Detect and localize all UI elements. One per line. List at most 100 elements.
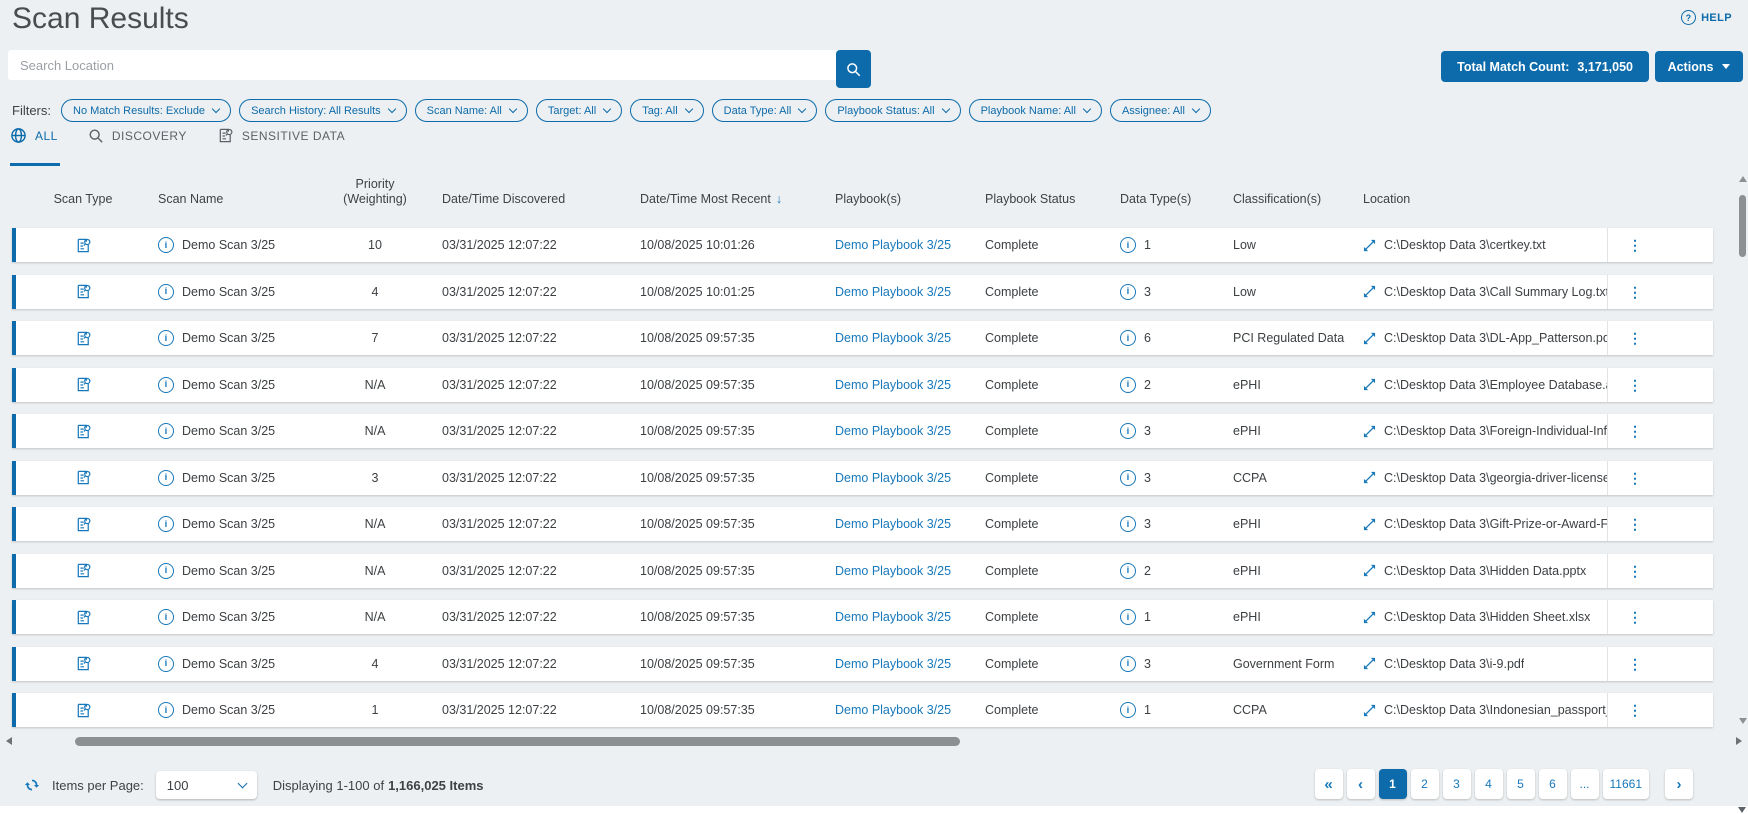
playbook-link[interactable]: Demo Playbook 3/25: [822, 331, 972, 345]
tab-discovery[interactable]: DISCOVERY: [88, 127, 187, 166]
page-next-button[interactable]: ›: [1665, 769, 1693, 799]
playbook-link[interactable]: Demo Playbook 3/25: [822, 238, 972, 252]
table-row[interactable]: i Demo Scan 3/25 N/A 03/31/2025 12:07:22…: [12, 554, 1713, 588]
playbook-link[interactable]: Demo Playbook 3/25: [822, 285, 972, 299]
expand-icon[interactable]: [1363, 425, 1376, 438]
expand-icon[interactable]: [1363, 332, 1376, 345]
info-icon[interactable]: i: [158, 470, 174, 486]
col-header-priority[interactable]: Priority (Weighting): [330, 177, 420, 218]
expand-icon[interactable]: [1363, 704, 1376, 717]
page-ellipsis[interactable]: ...: [1571, 769, 1599, 799]
scroll-right-icon[interactable]: [1736, 737, 1742, 745]
horizontal-scrollbar[interactable]: [4, 736, 1744, 747]
row-menu-button[interactable]: ⋮: [1607, 321, 1713, 355]
info-icon[interactable]: i: [158, 702, 174, 718]
row-menu-button[interactable]: ⋮: [1607, 228, 1713, 262]
info-icon[interactable]: i: [1120, 284, 1136, 300]
row-menu-button[interactable]: ⋮: [1607, 554, 1713, 588]
page-button[interactable]: 6: [1539, 769, 1567, 799]
playbook-link[interactable]: Demo Playbook 3/25: [822, 657, 972, 671]
filter-pill[interactable]: Scan Name: All: [415, 99, 528, 122]
col-header-classification[interactable]: Classification(s): [1222, 192, 1352, 218]
refresh-button[interactable]: [24, 777, 40, 793]
playbook-link[interactable]: Demo Playbook 3/25: [822, 564, 972, 578]
actions-button[interactable]: Actions: [1655, 51, 1743, 82]
vertical-scrollbar-thumb[interactable]: [1739, 195, 1746, 257]
expand-icon[interactable]: [1363, 378, 1376, 391]
col-header-scan-name[interactable]: Scan Name: [150, 192, 330, 218]
info-icon[interactable]: i: [1120, 237, 1136, 253]
playbook-link[interactable]: Demo Playbook 3/25: [822, 703, 972, 717]
playbook-link[interactable]: Demo Playbook 3/25: [822, 378, 972, 392]
info-icon[interactable]: i: [1120, 656, 1136, 672]
row-menu-button[interactable]: ⋮: [1607, 507, 1713, 541]
items-per-page-select[interactable]: 100: [156, 771, 257, 799]
filter-pill[interactable]: Playbook Name: All: [969, 99, 1102, 122]
page-button[interactable]: 4: [1475, 769, 1503, 799]
search-input[interactable]: [8, 50, 848, 80]
info-icon[interactable]: i: [1120, 563, 1136, 579]
scroll-down-icon[interactable]: [1739, 718, 1747, 724]
page-button[interactable]: 3: [1443, 769, 1471, 799]
row-menu-button[interactable]: ⋮: [1607, 275, 1713, 309]
table-row[interactable]: i Demo Scan 3/25 N/A 03/31/2025 12:07:22…: [12, 507, 1713, 541]
table-row[interactable]: i Demo Scan 3/25 7 03/31/2025 12:07:22 1…: [12, 321, 1713, 355]
info-icon[interactable]: i: [1120, 377, 1136, 393]
table-row[interactable]: i Demo Scan 3/25 3 03/31/2025 12:07:22 1…: [12, 461, 1713, 495]
row-menu-button[interactable]: ⋮: [1607, 368, 1713, 402]
row-menu-button[interactable]: ⋮: [1607, 647, 1713, 681]
info-icon[interactable]: i: [1120, 423, 1136, 439]
filter-pill[interactable]: Data Type: All: [712, 99, 818, 122]
page-first-button[interactable]: «: [1315, 769, 1343, 799]
col-header-date-recent[interactable]: Date/Time Most Recent↓: [625, 192, 822, 218]
table-row[interactable]: i Demo Scan 3/25 1 03/31/2025 12:07:22 1…: [12, 693, 1713, 727]
info-icon[interactable]: i: [1120, 470, 1136, 486]
expand-icon[interactable]: [1363, 518, 1376, 531]
scroll-left-icon[interactable]: [6, 737, 12, 745]
page-button[interactable]: 5: [1507, 769, 1535, 799]
playbook-link[interactable]: Demo Playbook 3/25: [822, 517, 972, 531]
sort-descending-icon[interactable]: ↓: [776, 192, 782, 206]
info-icon[interactable]: i: [158, 330, 174, 346]
expand-icon[interactable]: [1363, 471, 1376, 484]
table-row[interactable]: i Demo Scan 3/25 N/A 03/31/2025 12:07:22…: [12, 368, 1713, 402]
filter-pill[interactable]: Tag: All: [630, 99, 703, 122]
filter-pill[interactable]: Assignee: All: [1110, 99, 1211, 122]
page-button[interactable]: 1: [1379, 769, 1407, 799]
row-menu-button[interactable]: ⋮: [1607, 461, 1713, 495]
table-row[interactable]: i Demo Scan 3/25 10 03/31/2025 12:07:22 …: [12, 228, 1713, 262]
table-row[interactable]: i Demo Scan 3/25 N/A 03/31/2025 12:07:22…: [12, 414, 1713, 448]
expand-icon[interactable]: [1363, 611, 1376, 624]
info-icon[interactable]: i: [1120, 609, 1136, 625]
help-button[interactable]: ? HELP: [1681, 10, 1732, 25]
scroll-up-icon[interactable]: [1739, 176, 1747, 182]
tab-sensitive-data[interactable]: SENSITIVE DATA: [217, 127, 345, 166]
info-icon[interactable]: i: [158, 284, 174, 300]
table-row[interactable]: i Demo Scan 3/25 4 03/31/2025 12:07:22 1…: [12, 275, 1713, 309]
col-header-scan-type[interactable]: Scan Type: [16, 192, 150, 218]
info-icon[interactable]: i: [158, 656, 174, 672]
info-icon[interactable]: i: [158, 423, 174, 439]
info-icon[interactable]: i: [1120, 516, 1136, 532]
info-icon[interactable]: i: [1120, 330, 1136, 346]
filter-pill[interactable]: Search History: All Results: [239, 99, 407, 122]
info-icon[interactable]: i: [158, 563, 174, 579]
col-header-location[interactable]: Location: [1352, 192, 1607, 218]
info-icon[interactable]: i: [158, 237, 174, 253]
info-icon[interactable]: i: [158, 516, 174, 532]
total-match-count-button[interactable]: Total Match Count: 3,171,050: [1441, 51, 1649, 82]
col-header-date-discovered[interactable]: Date/Time Discovered: [420, 192, 625, 218]
playbook-link[interactable]: Demo Playbook 3/25: [822, 471, 972, 485]
page-button[interactable]: 11661: [1603, 769, 1649, 799]
search-button[interactable]: [836, 50, 871, 88]
col-header-playbook-status[interactable]: Playbook Status: [972, 192, 1107, 218]
expand-icon[interactable]: [1363, 285, 1376, 298]
expand-icon[interactable]: [1363, 239, 1376, 252]
table-row[interactable]: i Demo Scan 3/25 N/A 03/31/2025 12:07:22…: [12, 600, 1713, 634]
info-icon[interactable]: i: [158, 609, 174, 625]
expand-icon[interactable]: [1363, 657, 1376, 670]
page-prev-button[interactable]: ‹: [1347, 769, 1375, 799]
filter-pill[interactable]: No Match Results: Exclude: [61, 99, 231, 122]
col-header-playbooks[interactable]: Playbook(s): [822, 192, 972, 218]
row-menu-button[interactable]: ⋮: [1607, 414, 1713, 448]
